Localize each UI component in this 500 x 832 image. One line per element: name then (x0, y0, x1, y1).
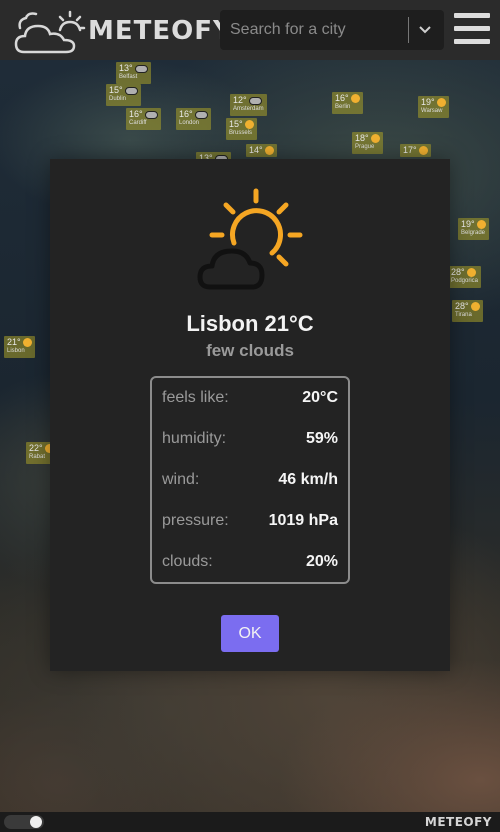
detail-value: 59% (305, 430, 338, 447)
detail-row-feels-like: feels like: 20°C (162, 389, 338, 411)
sun-icon (470, 302, 480, 312)
sun-icon (22, 338, 32, 348)
weather-modal: Lisbon 21°C few clouds feels like: 20°C … (50, 159, 450, 671)
detail-label: clouds: (162, 553, 213, 570)
detail-row-clouds: clouds: 20% (162, 553, 338, 575)
cloud-icon (134, 64, 148, 73)
search-separator (408, 17, 409, 43)
map-label-city[interactable]: 14° (246, 144, 277, 158)
detail-row-humidity: humidity: 59% (162, 430, 338, 452)
hamburger-menu-icon[interactable] (454, 12, 490, 46)
detail-label: pressure: (162, 512, 229, 529)
sun-icon (418, 146, 428, 156)
detail-row-pressure: pressure: 1019 hPa (162, 512, 338, 534)
sun-icon (350, 94, 360, 104)
city-title: Lisbon 21°C (186, 311, 314, 336)
map-label-prague[interactable]: 18° Prague (352, 132, 383, 155)
map-label-berlin[interactable]: 16° Berlin (332, 92, 363, 115)
map-label-lisbon[interactable]: 21° Lisbon (4, 336, 35, 359)
map-label-cardiff[interactable]: 16° Cardiff (126, 108, 161, 130)
ok-button[interactable]: OK (221, 615, 279, 652)
sun-icon (466, 268, 476, 278)
detail-label: wind: (162, 471, 200, 488)
cloud-icon (124, 86, 138, 95)
map-label-london[interactable]: 16° London (176, 108, 211, 130)
map-label-belgrade[interactable]: 19° Belgrade (458, 218, 489, 241)
logo[interactable]: METEOFY (12, 8, 232, 54)
map-label-dublin[interactable]: 15° Dublin (106, 84, 141, 106)
map-label-podgorica[interactable]: 28° Podgorica (448, 266, 482, 289)
chevron-down-icon[interactable] (416, 22, 434, 38)
cloud-icon (194, 110, 208, 119)
map-label-tirana[interactable]: 28° Tirana (452, 300, 483, 323)
cloud-icon (248, 96, 262, 105)
sun-icon (370, 134, 380, 144)
weather-description: few clouds (206, 341, 294, 360)
cloud-icon (144, 110, 158, 119)
app-footer: METEOFY (0, 812, 500, 832)
sun-behind-cloud-icon (197, 188, 303, 290)
footer-brand: METEOFY (424, 815, 492, 829)
map-label-brussels[interactable]: 15° Brussels (226, 118, 257, 141)
map-label-warsaw[interactable]: 19° Warsaw (418, 96, 449, 119)
detail-value: 20% (305, 553, 338, 570)
detail-value: 46 km/h (278, 471, 338, 488)
map-label-belfast[interactable]: 13° Belfast (116, 62, 151, 84)
toggle-knob (30, 816, 42, 828)
search-input[interactable] (220, 10, 406, 50)
cloud-sun-logo-icon (14, 10, 86, 54)
sun-icon (244, 120, 254, 130)
detail-value: 20°C (302, 389, 338, 406)
map-label-city[interactable]: 17° (400, 144, 431, 158)
theme-toggle[interactable] (4, 815, 44, 829)
sun-icon (264, 146, 274, 156)
brand-name: METEOFY (88, 16, 233, 46)
sun-icon (476, 220, 486, 230)
map-label-amsterdam[interactable]: 12° Amsterdam (230, 94, 267, 116)
detail-label: feels like: (162, 389, 229, 406)
app-header: METEOFY (0, 0, 500, 60)
detail-value: 1019 hPa (268, 512, 338, 529)
city-search[interactable] (220, 10, 444, 50)
detail-label: humidity: (162, 430, 227, 447)
sun-icon (436, 98, 446, 108)
weather-details: feels like: 20°C humidity: 59% wind: 46 … (150, 376, 350, 584)
detail-row-wind: wind: 46 km/h (162, 471, 338, 493)
